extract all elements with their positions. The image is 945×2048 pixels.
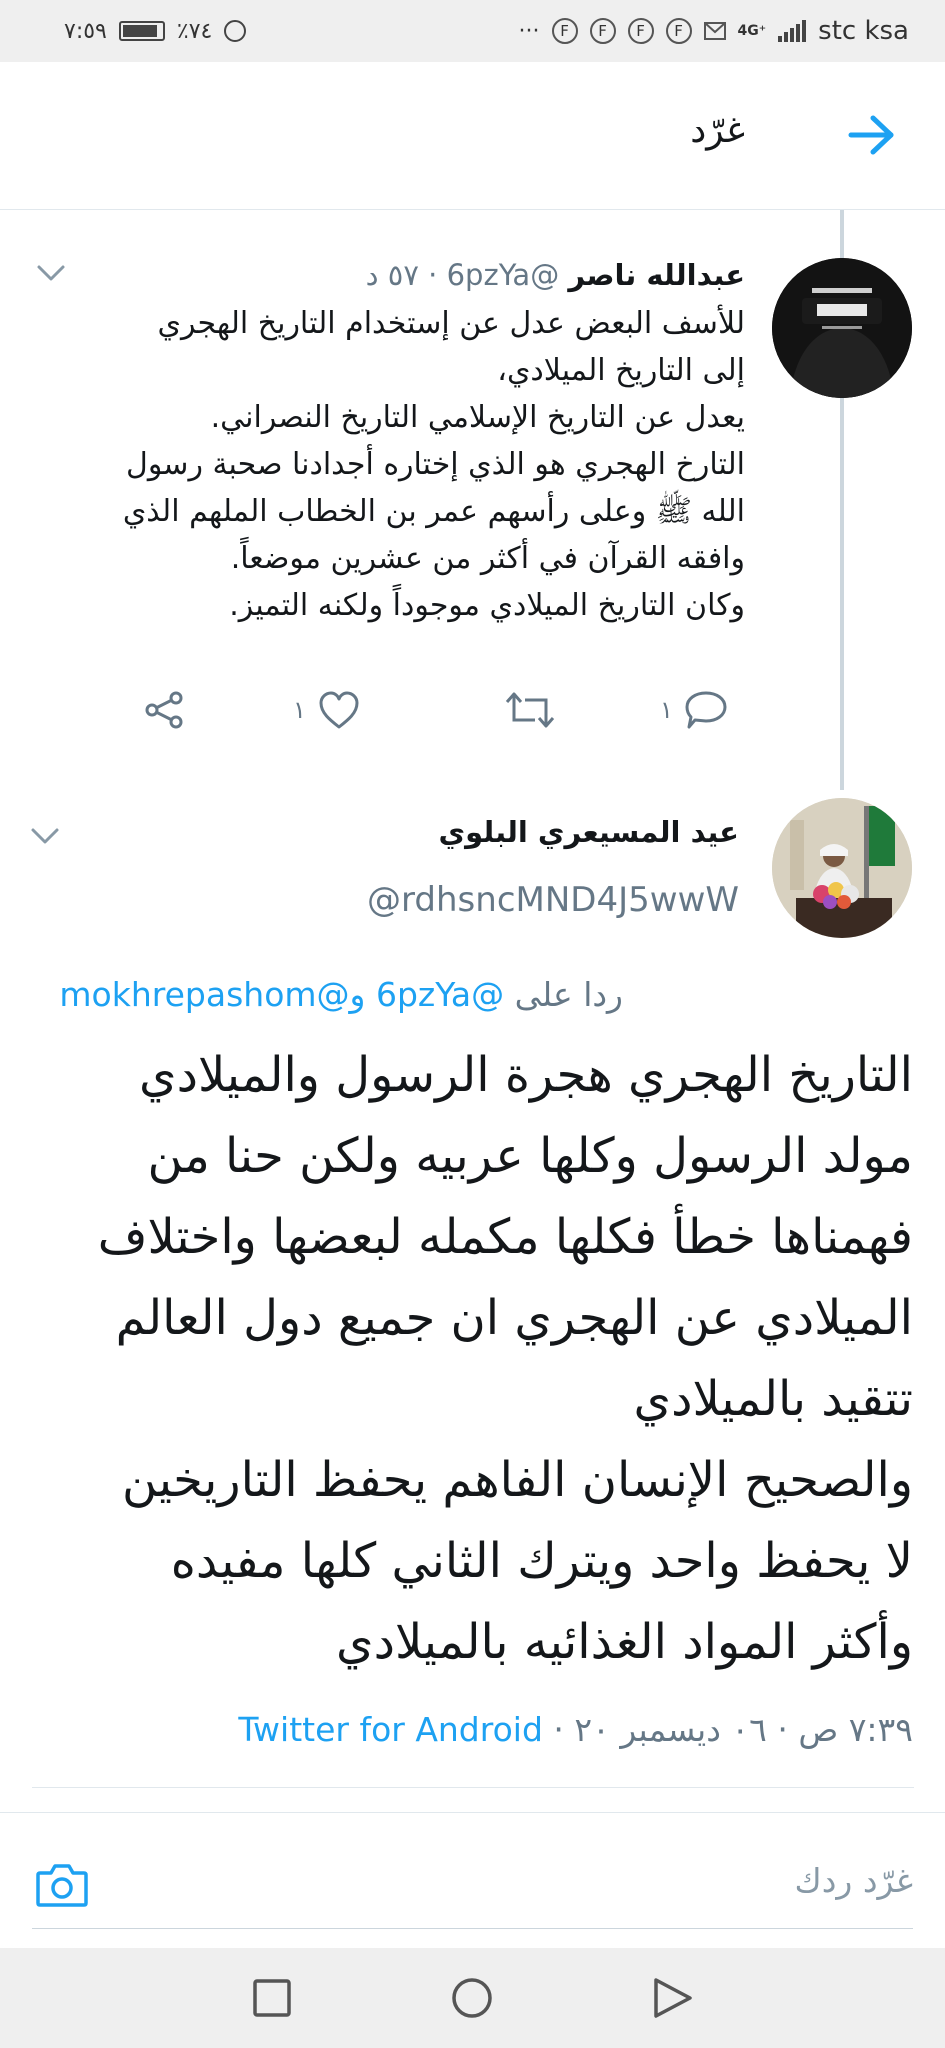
mention-link[interactable]: @6pzYa bbox=[376, 975, 504, 1014]
retweet-icon bbox=[505, 692, 555, 728]
compose-bar: غرّد ردك bbox=[0, 1813, 945, 1948]
author-name[interactable]: عيد المسيعري البلوي bbox=[439, 815, 739, 849]
tweet-timestamp: ٧:٣٩ ص · ٠٦ ديسمبر ٢٠ · bbox=[542, 1710, 913, 1749]
share-button[interactable] bbox=[143, 690, 185, 730]
avatar-image bbox=[772, 798, 912, 938]
author-handle[interactable]: @6pzYa bbox=[447, 258, 560, 292]
reply-button[interactable]: ١ bbox=[660, 690, 727, 730]
mention-conjunction: و bbox=[349, 975, 366, 1014]
facebook-notif-icon: F bbox=[551, 18, 578, 44]
tweet-header: عبدالله ناصر @6pzYa · ٥٧ د bbox=[366, 258, 745, 292]
status-right: ··· F F F F 4G⁺ stc ksa bbox=[519, 16, 909, 46]
facebook-notif-icon: F bbox=[589, 18, 616, 44]
reply-icon bbox=[685, 691, 727, 729]
back-arrow-icon[interactable] bbox=[847, 110, 897, 160]
author-handle[interactable]: @rdhsncMND4J5wwW bbox=[367, 880, 739, 920]
retweet-button[interactable] bbox=[505, 690, 555, 730]
tweet-meta: ٧:٣٩ ص · ٠٦ ديسمبر ٢٠ · Twitter for Andr… bbox=[238, 1710, 913, 1749]
clock: ٧:٥٩ bbox=[64, 18, 107, 44]
page-title: غرّد bbox=[690, 110, 745, 151]
top-header: غرّد bbox=[0, 62, 945, 210]
tweet-text: للأسف البعض عدل عن إستخدام التاريخ الهجر… bbox=[122, 306, 745, 623]
triangle-back-nav-icon[interactable] bbox=[650, 1976, 694, 2020]
reply-count: ١ bbox=[660, 696, 673, 724]
facebook-notif-icon: F bbox=[665, 18, 692, 44]
like-button[interactable]: ١ bbox=[293, 690, 360, 730]
more-notifications: ··· bbox=[518, 18, 540, 44]
replying-prefix: ردا على bbox=[514, 975, 623, 1014]
share-icon bbox=[145, 691, 183, 729]
android-nav-bar bbox=[0, 1948, 945, 2048]
reply-input[interactable]: غرّد ردك bbox=[795, 1861, 913, 1900]
circle-nav-icon[interactable] bbox=[450, 1976, 494, 2020]
alarm-icon bbox=[224, 20, 247, 42]
tweet-source[interactable]: Twitter for Android bbox=[238, 1710, 543, 1749]
author-name[interactable]: عبدالله ناصر bbox=[568, 258, 745, 292]
tweet-age: ٥٧ د bbox=[365, 258, 419, 292]
tweet-text: التاريخ الهجري هجرة الرسول والميلادي مول… bbox=[97, 1047, 913, 1670]
carrier-name: stc ksa bbox=[818, 16, 909, 46]
dot-separator: · bbox=[428, 258, 438, 292]
avatar[interactable] bbox=[772, 258, 912, 398]
like-count: ١ bbox=[293, 696, 306, 724]
network-type: 4G⁺ bbox=[737, 23, 767, 39]
mail-icon bbox=[703, 22, 726, 40]
mention-link[interactable]: @mokhrepashom bbox=[59, 975, 349, 1014]
divider bbox=[32, 1787, 914, 1788]
chevron-down-icon[interactable] bbox=[30, 826, 60, 846]
camera-icon[interactable] bbox=[34, 1857, 90, 1913]
replying-to: ردا على @6pzYa و@mokhrepashom bbox=[59, 975, 623, 1014]
status-bar: ٧:٥٩ ٪٧٤ ··· F F F F 4G⁺ stc ksa bbox=[0, 0, 945, 62]
facebook-notif-icon: F bbox=[627, 18, 654, 44]
chevron-down-icon[interactable] bbox=[36, 263, 66, 283]
status-left: ٧:٥٩ ٪٧٤ bbox=[64, 18, 247, 44]
like-icon bbox=[319, 691, 359, 729]
battery-icon bbox=[118, 21, 165, 41]
signal-icon bbox=[778, 20, 807, 42]
square-nav-icon[interactable] bbox=[250, 1976, 294, 2020]
tweet-actions: ١ ١ bbox=[0, 690, 945, 740]
input-underline bbox=[32, 1928, 913, 1929]
avatar[interactable] bbox=[772, 798, 912, 938]
avatar-image bbox=[772, 258, 912, 398]
battery-percent: ٪٧٤ bbox=[176, 18, 213, 44]
